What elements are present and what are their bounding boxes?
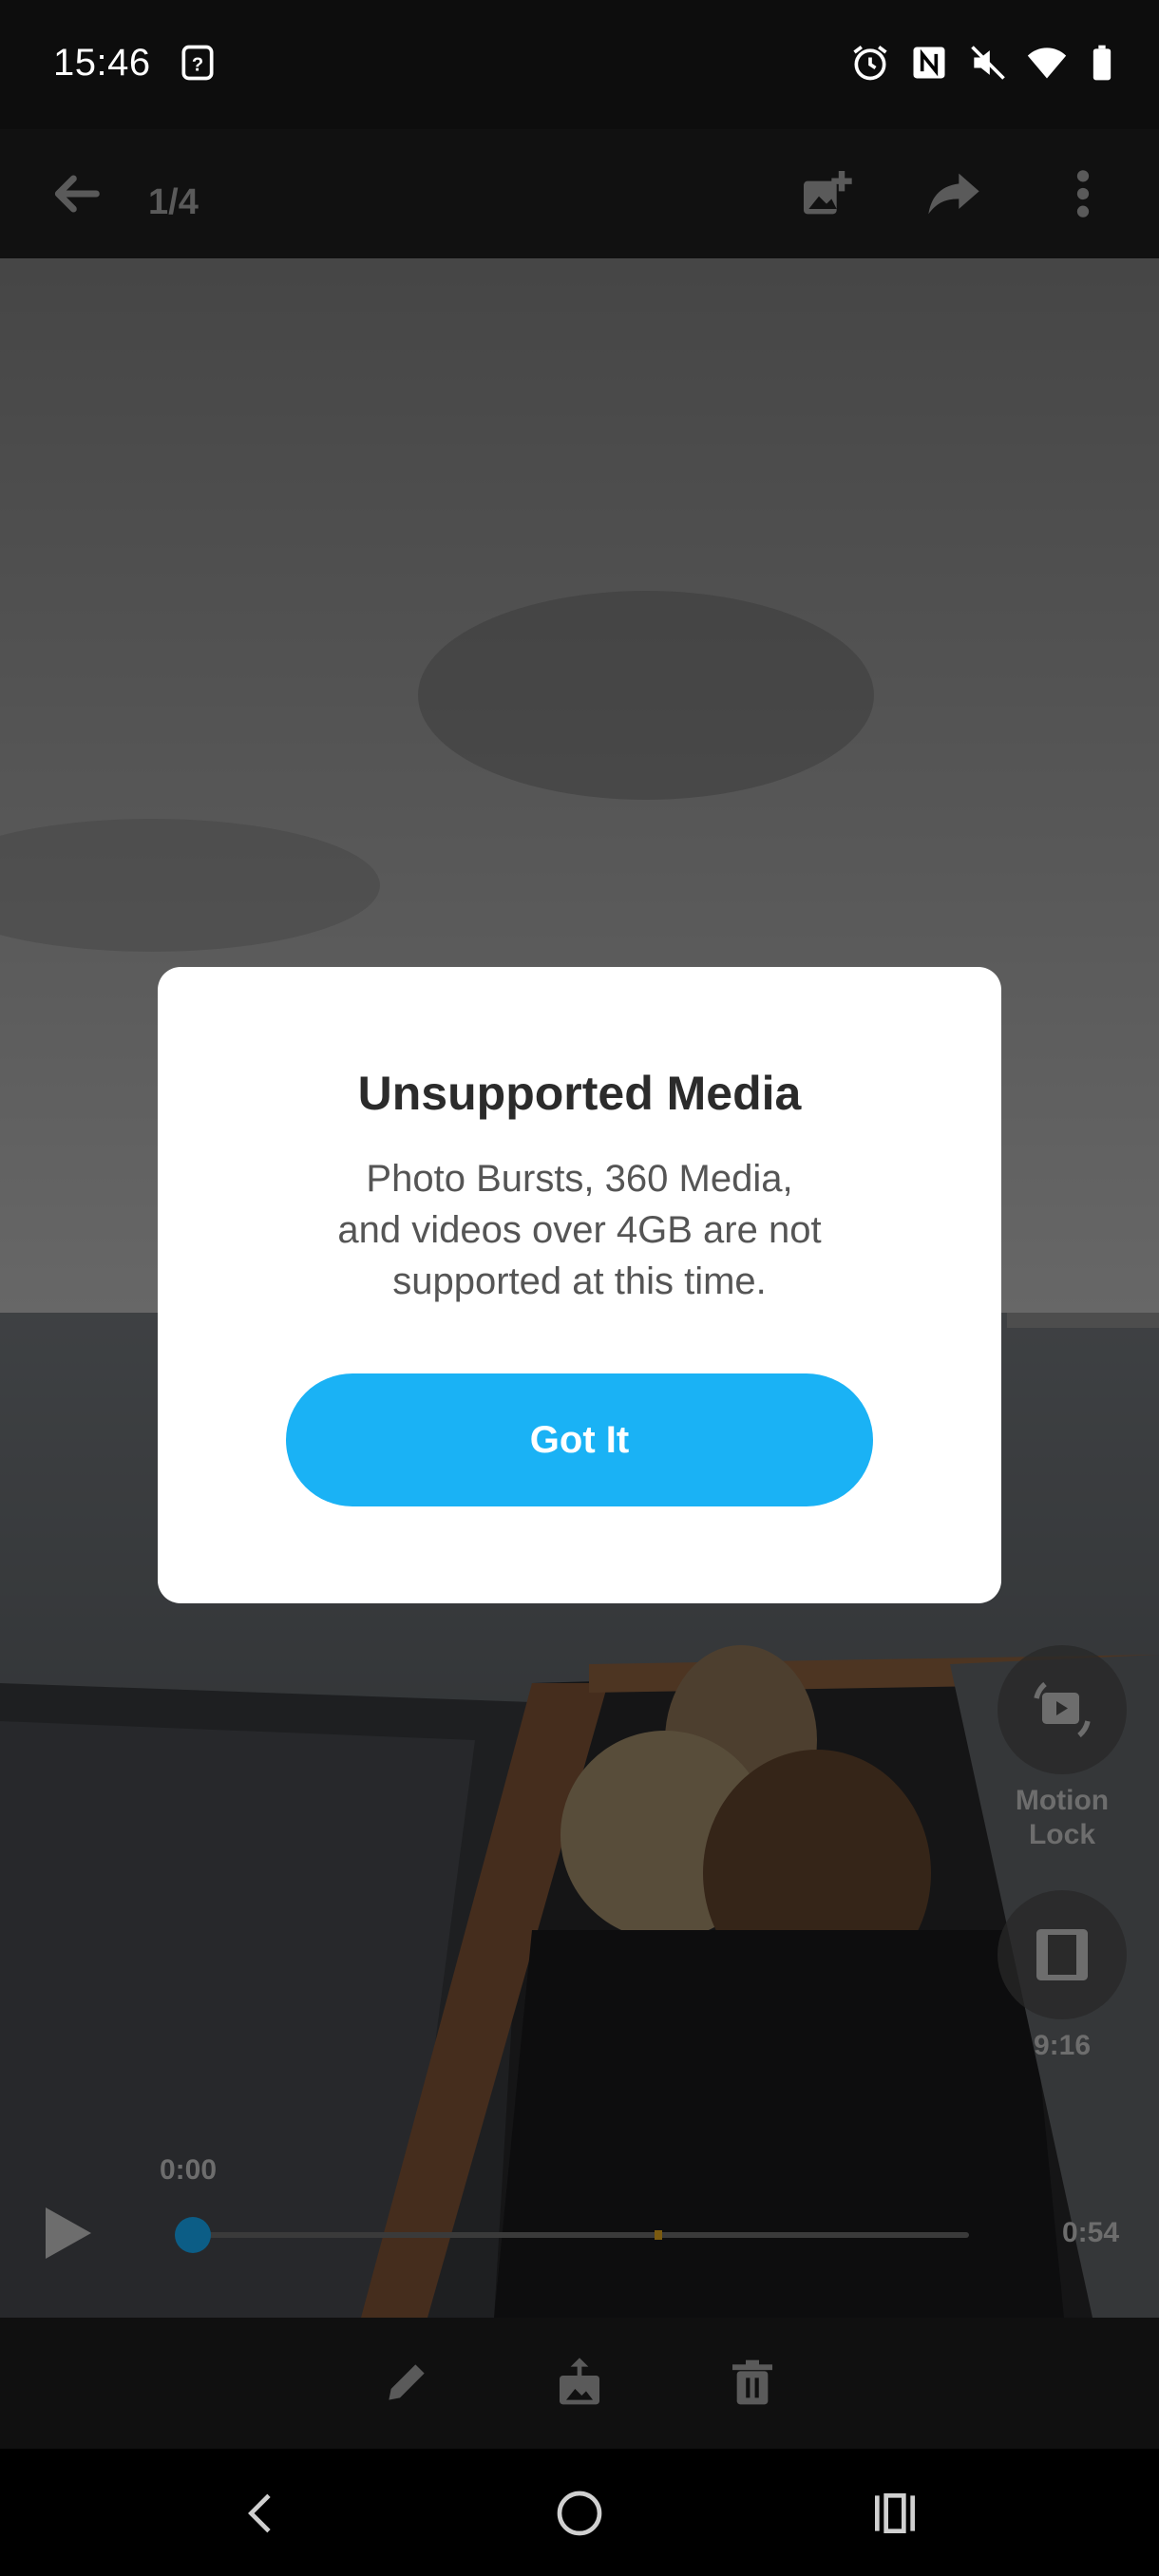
scrub-track[interactable] xyxy=(190,2232,969,2238)
motion-lock-button[interactable] xyxy=(998,1645,1127,1774)
dialog-title: Unsupported Media xyxy=(357,1067,802,1120)
scrub-handle[interactable] xyxy=(175,2217,211,2253)
got-it-button[interactable]: Got It xyxy=(286,1373,873,1506)
share-icon[interactable] xyxy=(923,163,984,224)
motion-lock-label: Motion Lock xyxy=(967,1784,1157,1852)
dialog-message: Photo Bursts, 360 Media, and videos over… xyxy=(272,1153,887,1307)
motion-lock-label-line1: Motion xyxy=(1015,1785,1110,1816)
time-end: 0:54 xyxy=(1062,2217,1120,2248)
status-time: 15:46 xyxy=(53,42,151,84)
alarm-icon xyxy=(849,42,891,84)
trash-icon[interactable] xyxy=(726,2356,779,2409)
unknown-sim-icon: ? xyxy=(177,42,218,84)
bottom-toolbar xyxy=(0,2318,1159,2449)
media-counter: 1/4 xyxy=(148,182,199,222)
nav-recents-icon[interactable] xyxy=(868,2487,922,2540)
play-button[interactable] xyxy=(42,2204,95,2263)
back-arrow-icon[interactable] xyxy=(46,163,106,224)
nav-back-icon[interactable] xyxy=(236,2487,289,2540)
aspect-ratio-icon xyxy=(1036,1929,1088,1980)
play-icon xyxy=(46,2207,91,2259)
nav-home-icon[interactable] xyxy=(553,2487,606,2540)
svg-text:?: ? xyxy=(192,54,203,75)
edit-pencil-icon[interactable] xyxy=(380,2356,433,2409)
system-nav-bar xyxy=(0,2449,1159,2576)
unsupported-media-dialog: Unsupported Media Photo Bursts, 360 Medi… xyxy=(158,967,1001,1603)
dialog-message-line2: and videos over 4GB are not xyxy=(337,1209,822,1251)
time-start: 0:00 xyxy=(160,2154,218,2186)
motion-lock-icon xyxy=(1034,1681,1091,1738)
top-app-bar: 1/4 xyxy=(0,129,1159,258)
mute-icon xyxy=(967,42,1009,84)
status-bar: 15:46 ? xyxy=(0,0,1159,129)
export-image-icon[interactable] xyxy=(553,2356,606,2409)
aspect-ratio-button[interactable] xyxy=(998,1890,1127,2019)
more-icon[interactable] xyxy=(1053,163,1113,224)
highlight-marker xyxy=(655,2230,662,2240)
nfc-icon xyxy=(908,42,950,84)
wifi-icon xyxy=(1026,42,1068,84)
dialog-message-line1: Photo Bursts, 360 Media, xyxy=(366,1158,793,1200)
aspect-ratio-label: 9:16 xyxy=(1033,2030,1092,2061)
add-to-album-icon[interactable] xyxy=(796,163,857,224)
battery-icon xyxy=(1081,42,1123,84)
dialog-message-line3: supported at this time. xyxy=(392,1260,767,1302)
motion-lock-label-line2: Lock xyxy=(1028,1819,1096,1850)
